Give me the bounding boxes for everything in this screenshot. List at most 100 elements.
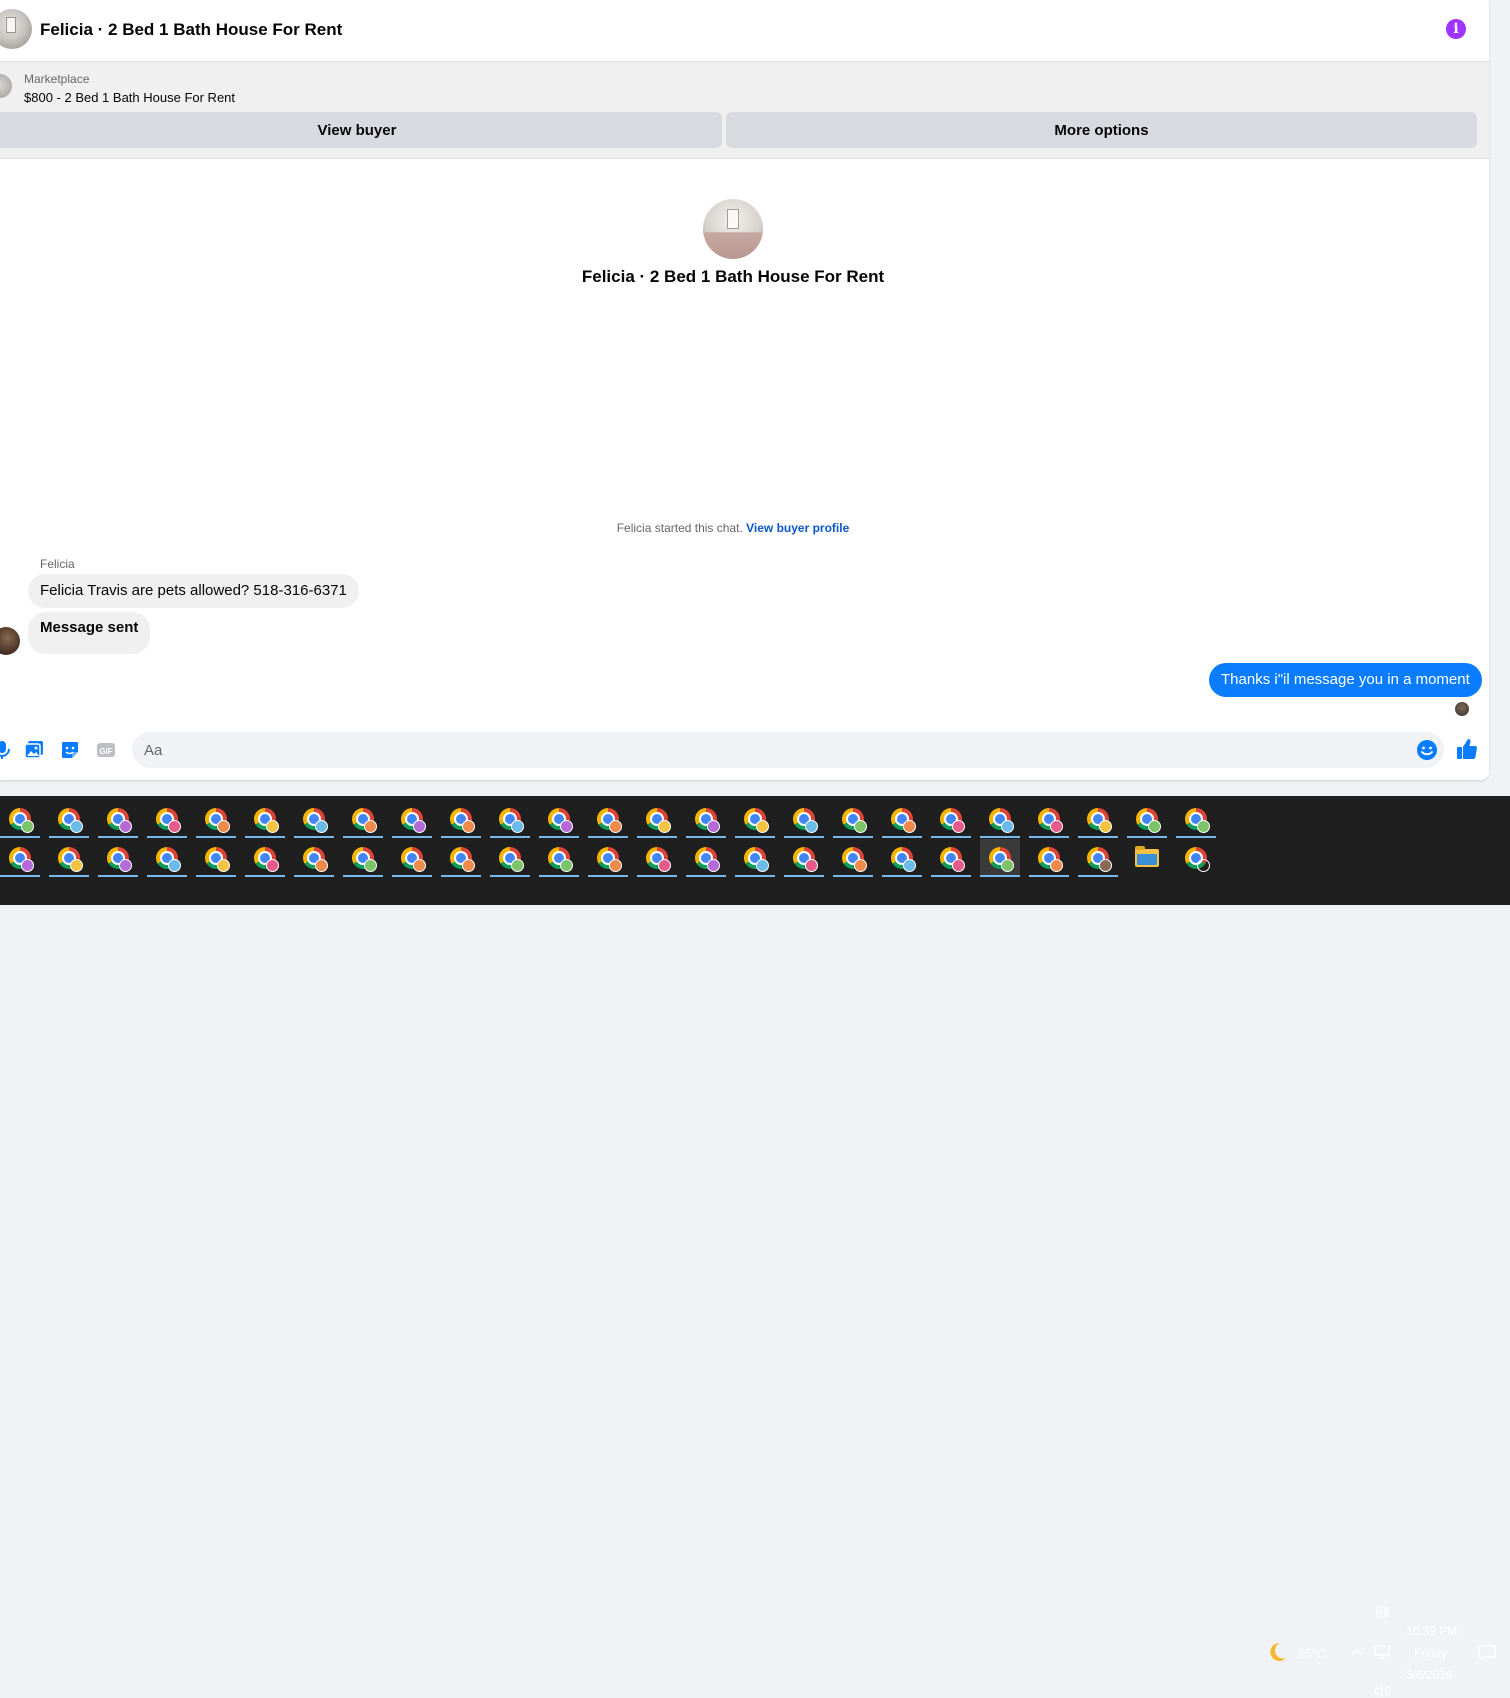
chevron-up-icon[interactable] [1350,1646,1364,1660]
taskbar-app-button[interactable] [245,800,285,838]
taskbar-app-button[interactable] [441,839,481,877]
taskbar-app-button[interactable] [637,839,677,877]
message-input[interactable] [132,732,1444,768]
running-indicator [0,836,40,838]
taskbar-app-button[interactable] [735,839,775,877]
taskbar-app-button[interactable] [1078,839,1118,877]
taskbar-app-button[interactable] [980,839,1020,877]
taskbar-app-button[interactable] [343,839,383,877]
network-icon[interactable] [1374,1644,1392,1660]
taskbar-app-button[interactable] [0,839,40,877]
taskbar-app-button[interactable] [1029,800,1069,838]
sticker-icon[interactable] [60,740,80,760]
taskbar-app-button[interactable] [1176,800,1216,838]
chrome-profile-icon [744,847,769,872]
taskbar-app-button[interactable] [392,800,432,838]
notification-icon[interactable] [1477,1644,1497,1662]
running-indicator [637,875,677,877]
taskbar-app-button[interactable] [980,800,1020,838]
taskbar-app-button[interactable] [294,839,334,877]
emoji-icon[interactable] [1416,739,1438,761]
taskbar-app-button[interactable] [1176,839,1216,877]
chrome-profile-icon [401,847,426,872]
taskbar-app-button[interactable] [1078,800,1118,838]
taskbar-app-button[interactable] [931,839,971,877]
chrome-profile-icon [1185,808,1210,833]
meet-now-icon[interactable] [1374,1604,1390,1620]
taskbar-app-button[interactable] [1029,839,1069,877]
taskbar-app-button[interactable] [882,800,922,838]
taskbar-app-button[interactable] [294,800,334,838]
listing-avatar[interactable] [0,9,32,49]
buyer-avatar[interactable] [0,627,20,655]
taskbar-app-button[interactable] [833,800,873,838]
chrome-profile-icon [254,847,279,872]
taskbar-app-button[interactable] [931,800,971,838]
taskbar-app-button[interactable] [196,839,236,877]
chrome-profile-icon [1038,847,1063,872]
taskbar-app-button[interactable] [1127,800,1167,838]
running-indicator [1078,875,1118,877]
listing-title[interactable]: $800 - 2 Bed 1 Bath House For Rent [24,90,235,105]
view-buyer-button[interactable]: View buyer [0,112,722,148]
taskbar-app-button[interactable] [637,800,677,838]
taskbar-app-button[interactable] [784,800,824,838]
listing-thumbnail[interactable] [0,74,12,98]
taskbar-app-button[interactable] [343,800,383,838]
seen-indicator-avatar [1455,702,1469,716]
running-indicator [833,875,873,877]
taskbar-app-button[interactable] [49,839,89,877]
taskbar-app-button[interactable] [490,800,530,838]
taskbar-app-button[interactable] [735,800,775,838]
photo-icon[interactable] [24,740,44,760]
taskbar-app-button[interactable] [392,839,432,877]
taskbar-app-button[interactable] [588,800,628,838]
more-options-button[interactable]: More options [726,112,1477,148]
taskbar-app-button[interactable] [784,839,824,877]
chrome-profile-icon [303,808,328,833]
outgoing-message[interactable]: Thanks i"il message you in a moment [1209,663,1482,697]
taskbar-app-button[interactable] [686,839,726,877]
gif-icon[interactable]: GIF [96,740,116,760]
moon-icon[interactable] [1266,1641,1288,1663]
taskbar-app-button[interactable] [882,839,922,877]
running-indicator [0,875,40,877]
incoming-message[interactable]: Message sent [28,612,151,654]
incoming-message[interactable]: Felicia Travis are pets allowed? 518-316… [28,574,359,608]
info-icon[interactable]: i [1446,19,1466,39]
taskbar-app-button[interactable] [196,800,236,838]
taskbar-app-button[interactable] [147,800,187,838]
chrome-profile-icon [646,847,671,872]
clock-day[interactable]: Friday [1414,1646,1447,1660]
chat-title[interactable]: Felicia · 2 Bed 1 Bath House For Rent [40,20,342,40]
taskbar-app-button[interactable] [833,839,873,877]
clock-date[interactable]: 3/6/2026 [1406,1668,1453,1682]
taskbar-app-button[interactable] [245,839,285,877]
taskbar-app-button[interactable] [490,839,530,877]
weather-temperature[interactable]: 25°C [1297,1646,1326,1661]
taskbar-app-button[interactable] [588,839,628,877]
taskbar-app-button[interactable] [98,839,138,877]
taskbar-app-button[interactable] [441,800,481,838]
taskbar-app-button[interactable] [0,800,40,838]
clock-time[interactable]: 10:39 PM [1406,1624,1457,1638]
taskbar-app-button[interactable] [98,800,138,838]
taskbar-app-button[interactable] [147,839,187,877]
running-indicator [196,836,236,838]
volume-icon[interactable] [1374,1684,1392,1698]
running-indicator [98,875,138,877]
running-indicator [539,836,579,838]
taskbar-app-button[interactable] [539,839,579,877]
running-indicator [245,875,285,877]
taskbar-app-button[interactable] [49,800,89,838]
taskbar-app-button[interactable] [539,800,579,838]
taskbar-app-button[interactable] [686,800,726,838]
mic-icon[interactable] [0,740,12,760]
taskbar-app-button[interactable] [1127,839,1167,877]
chrome-profile-icon [303,847,328,872]
running-indicator [196,875,236,877]
running-indicator [1029,875,1069,877]
chrome-profile-icon [793,847,818,872]
view-buyer-profile-link[interactable]: View buyer profile [746,521,849,535]
like-icon[interactable] [1455,737,1479,761]
